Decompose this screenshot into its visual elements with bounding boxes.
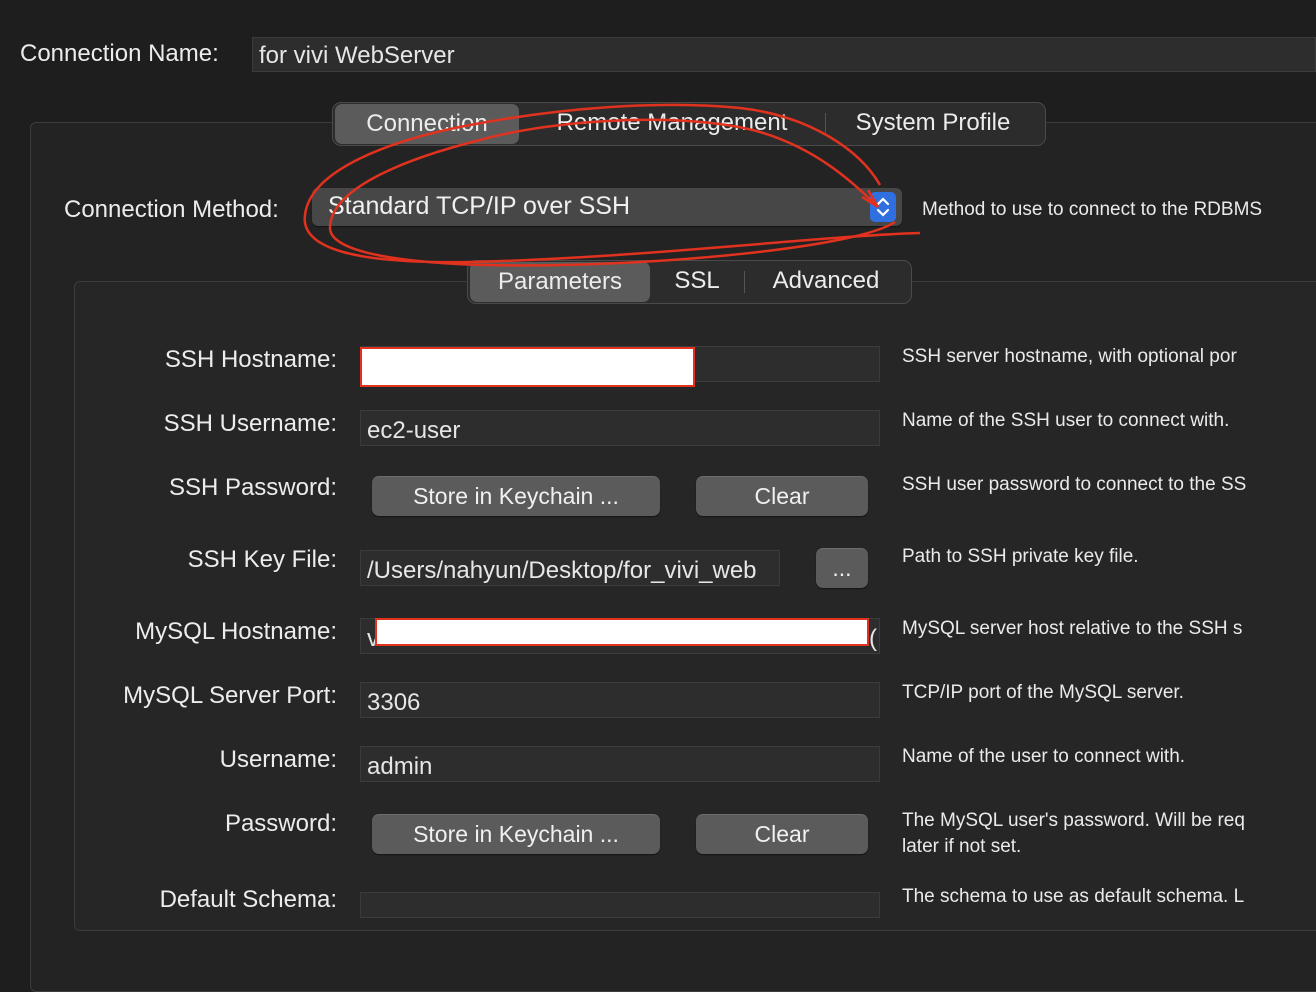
red-annotation-scribble [303,103,921,267]
